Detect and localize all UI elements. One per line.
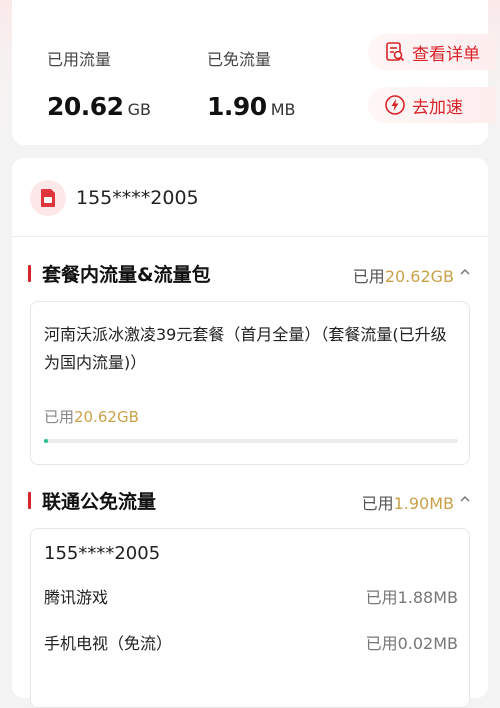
free-phone-number: 155****2005 bbox=[44, 543, 161, 564]
free-item-row: 腾讯游戏 已用1.88MB bbox=[44, 584, 458, 607]
free-used-amount: 1.90MB bbox=[393, 494, 454, 513]
free-item-used: 已用1.88MB bbox=[365, 588, 458, 607]
view-details-label: 查看详单 bbox=[412, 44, 480, 65]
used-traffic-number: 20.62 bbox=[47, 92, 124, 121]
package-section-title: 套餐内流量&流量包 bbox=[42, 264, 211, 286]
chevron-up-icon[interactable] bbox=[458, 265, 472, 279]
speed-up-button[interactable]: 去加速 bbox=[368, 87, 496, 123]
package-section-header[interactable]: 套餐内流量&流量包 已用20.62GB bbox=[28, 259, 474, 287]
plan-progress-fill bbox=[44, 439, 49, 443]
used-traffic-stat: 已用流量 20.62 GB bbox=[47, 46, 151, 121]
traffic-detail-card: 155****2005 套餐内流量&流量包 已用20.62GB 河南沃派冰激凌3… bbox=[12, 158, 488, 708]
free-item-row: 手机电视（免流） 已用0.02MB bbox=[44, 630, 458, 653]
section-marker bbox=[28, 492, 31, 509]
free-traffic-unit: MB bbox=[270, 100, 296, 119]
free-section-used: 已用1.90MB bbox=[362, 490, 454, 514]
account-row: 155****2005 bbox=[30, 180, 199, 216]
sim-card-icon bbox=[30, 180, 66, 216]
free-section-header[interactable]: 联通公免流量 已用1.90MB bbox=[28, 486, 474, 514]
plan-used-prefix: 已用 bbox=[44, 408, 75, 426]
free-traffic-value: 1.90 MB bbox=[207, 92, 295, 121]
used-traffic-value: 20.62 GB bbox=[47, 92, 151, 121]
account-phone-number: 155****2005 bbox=[76, 187, 199, 209]
free-traffic-label: 已免流量 bbox=[207, 50, 272, 69]
lightning-icon bbox=[384, 94, 406, 116]
plan-used: 已用20.62GB bbox=[44, 406, 139, 427]
free-item-used: 已用0.02MB bbox=[365, 634, 458, 653]
package-used-prefix: 已用 bbox=[352, 267, 385, 286]
free-used-prefix: 已用 bbox=[361, 494, 394, 513]
plan-box: 河南沃派冰激凌39元套餐（首月全量）（套餐流量(已升级为国内流量)） 已用20.… bbox=[30, 301, 470, 465]
free-traffic-number: 1.90 bbox=[207, 92, 267, 121]
free-section-title: 联通公免流量 bbox=[42, 491, 157, 513]
free-traffic-box: 155****2005 腾讯游戏 已用1.88MB 手机电视（免流） 已用0.0… bbox=[30, 528, 470, 708]
free-item-name: 腾讯游戏 bbox=[44, 588, 109, 607]
plan-used-amount: 20.62GB bbox=[74, 408, 139, 426]
plan-name: 河南沃派冰激凌39元套餐（首月全量）（套餐流量(已升级为国内流量)） bbox=[44, 325, 447, 372]
plan-progress-bar bbox=[44, 439, 458, 443]
section-marker bbox=[28, 265, 31, 282]
speed-up-label: 去加速 bbox=[412, 97, 463, 118]
package-used-amount: 20.62GB bbox=[384, 267, 454, 286]
chevron-up-icon[interactable] bbox=[458, 492, 472, 506]
used-traffic-unit: GB bbox=[127, 100, 151, 119]
usage-summary-card: 已用流量 20.62 GB 已免流量 1.90 MB bbox=[12, 0, 488, 145]
view-details-button[interactable]: 查看详单 bbox=[368, 34, 496, 70]
package-section-used: 已用20.62GB bbox=[353, 263, 454, 287]
divider bbox=[12, 236, 488, 237]
free-item-name: 手机电视（免流） bbox=[44, 634, 173, 653]
document-search-icon bbox=[384, 41, 406, 63]
used-traffic-label: 已用流量 bbox=[47, 50, 112, 69]
free-traffic-stat: 已免流量 1.90 MB bbox=[207, 46, 295, 121]
